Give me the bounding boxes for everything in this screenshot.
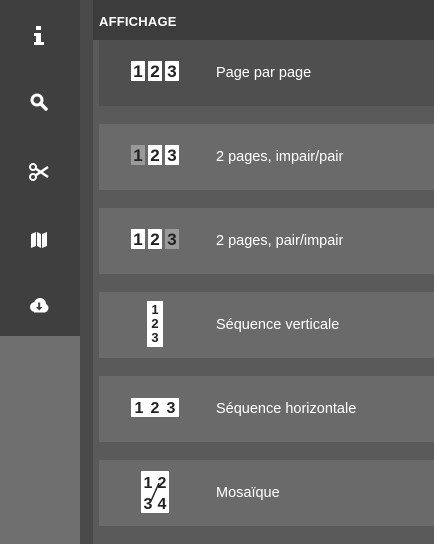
option-label: Mosaïque xyxy=(216,485,280,501)
toolbar-search-button[interactable] xyxy=(0,82,80,122)
option-two-pages-odd-even[interactable]: 1 2 3 2 pages, impair/pair xyxy=(99,124,434,190)
toolbar-download-button[interactable] xyxy=(0,286,80,326)
digit-3: 3 xyxy=(167,230,176,249)
digit-1: 1 xyxy=(151,302,158,317)
toolbar-info-button[interactable] xyxy=(0,16,80,56)
section-title: AFFICHAGE xyxy=(99,14,177,29)
digit-1: 1 xyxy=(144,475,153,492)
digit-3: 3 xyxy=(151,330,158,345)
digit-2: 2 xyxy=(150,230,159,249)
panel-gutter xyxy=(80,0,93,544)
vertical-sequence-icon: 1 2 3 xyxy=(123,301,187,347)
option-label: Séquence verticale xyxy=(216,317,340,333)
digit-3: 3 xyxy=(167,146,176,165)
option-label: 2 pages, impair/pair xyxy=(216,149,344,165)
search-icon xyxy=(28,91,50,113)
digit-3: 3 xyxy=(167,400,176,417)
digit-2: 2 xyxy=(151,400,160,417)
digit-2: 2 xyxy=(150,146,159,165)
display-panel: AFFICHAGE 1 2 3 Page par page 1 2 3 2 pa… xyxy=(93,0,434,544)
section-header: AFFICHAGE xyxy=(93,0,434,40)
digit-1: 1 xyxy=(133,62,142,81)
numbers-12-3-icon: 1 2 3 xyxy=(123,221,187,261)
option-label: Page par page xyxy=(216,65,312,81)
digit-3: 3 xyxy=(167,62,176,81)
option-two-pages-even-odd[interactable]: 1 2 3 2 pages, pair/impair xyxy=(99,208,434,274)
info-icon xyxy=(28,25,50,47)
digit-1: 1 xyxy=(133,230,142,249)
option-label: 2 pages, pair/impair xyxy=(216,233,344,249)
side-toolbar xyxy=(0,0,80,544)
digit-2: 2 xyxy=(150,62,159,81)
option-horizontal-sequence[interactable]: 1 2 3 Séquence horizontale xyxy=(99,376,434,442)
toolbar-map-button[interactable] xyxy=(0,220,80,260)
digit-3: 3 xyxy=(144,496,153,513)
map-icon xyxy=(28,229,50,251)
digit-4: 4 xyxy=(158,496,167,513)
scissors-icon xyxy=(28,161,50,183)
numbers-123-icon: 1 2 3 xyxy=(123,53,187,93)
option-page-par-page[interactable]: 1 2 3 Page par page xyxy=(99,40,434,106)
toolbar-cut-button[interactable] xyxy=(0,152,80,192)
horizontal-sequence-icon: 1 2 3 xyxy=(123,389,187,429)
mosaic-icon: 1 2 3 4 xyxy=(123,471,187,513)
numbers-1-23-icon: 1 2 3 xyxy=(123,137,187,177)
option-mosaic[interactable]: 1 2 3 4 Mosaïque xyxy=(99,460,434,526)
option-vertical-sequence[interactable]: 1 2 3 Séquence verticale xyxy=(99,292,434,358)
option-label: Séquence horizontale xyxy=(216,401,357,417)
digit-2: 2 xyxy=(151,316,158,331)
digit-1: 1 xyxy=(133,146,142,165)
digit-1: 1 xyxy=(135,400,144,417)
cloud-download-icon xyxy=(28,295,50,317)
